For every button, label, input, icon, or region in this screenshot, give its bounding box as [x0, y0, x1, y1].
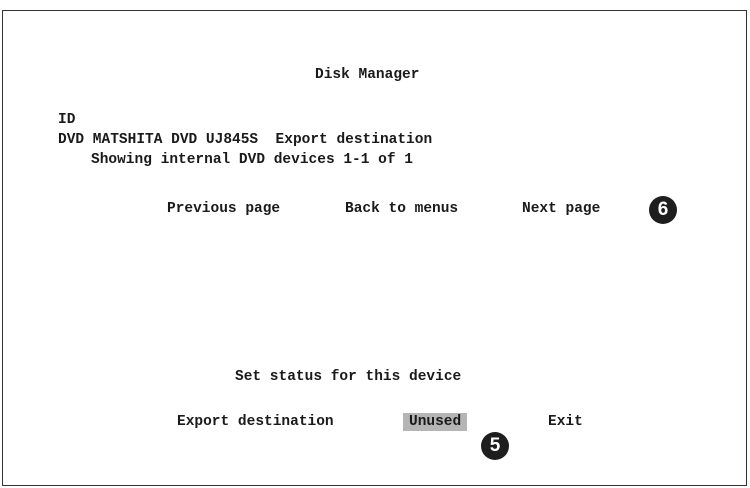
callout-6-badge: 6 — [649, 196, 677, 224]
terminal-screen: Disk Manager ID DVD MATSHITA DVD UJ845S … — [2, 10, 747, 486]
exit-button[interactable]: Exit — [548, 413, 583, 431]
next-page-button[interactable]: Next page — [522, 200, 600, 218]
showing-devices-text: Showing internal DVD devices 1-1 of 1 — [91, 152, 413, 168]
set-status-prompt: Set status for this device — [235, 369, 462, 385]
device-row[interactable]: DVD MATSHITA DVD UJ845S Export destinati… — [58, 131, 432, 149]
id-column-header: ID — [58, 112, 76, 128]
unused-option[interactable]: Unused — [403, 413, 468, 431]
previous-page-button[interactable]: Previous page — [167, 200, 280, 218]
callout-5-badge: 5 — [481, 432, 509, 460]
back-to-menus-button[interactable]: Back to menus — [345, 200, 458, 218]
export-destination-option[interactable]: Export destination — [177, 413, 334, 431]
page-title: Disk Manager — [315, 67, 420, 83]
